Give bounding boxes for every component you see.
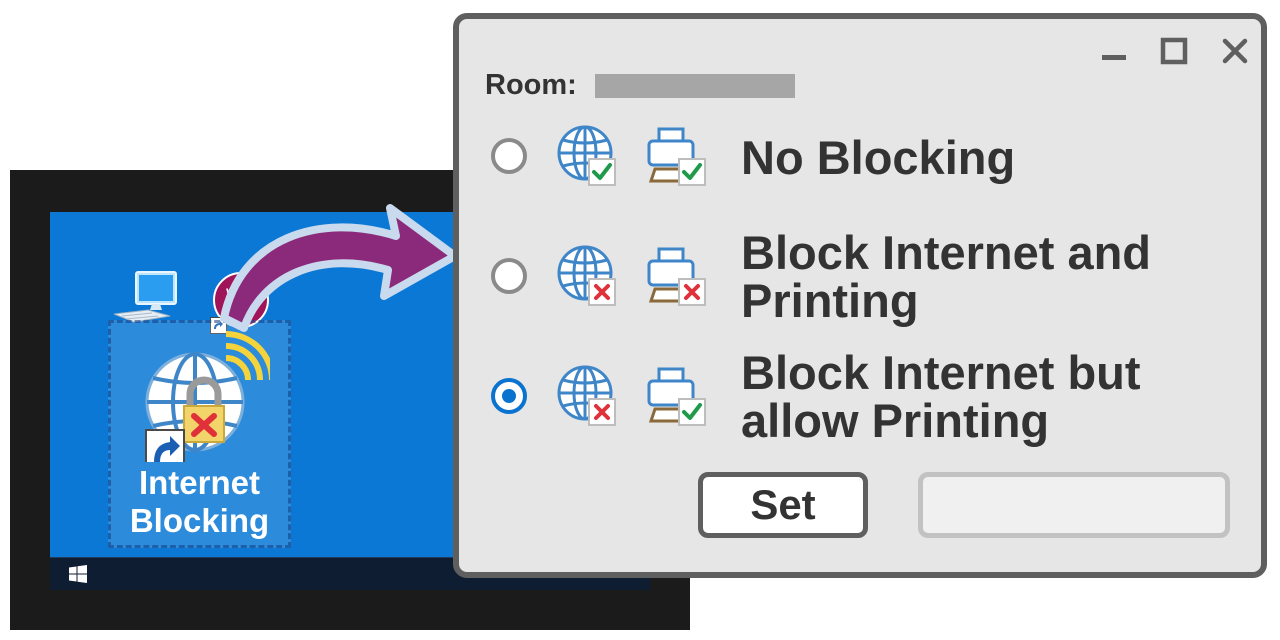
windows-start-icon[interactable] xyxy=(69,565,87,583)
printing-allowed-icon xyxy=(647,127,706,186)
printing-allowed-icon xyxy=(647,367,706,426)
radio-block-internet-allow-printing[interactable] xyxy=(491,378,527,414)
radio-block-internet-and-printing[interactable] xyxy=(491,258,527,294)
printing-blocked-icon xyxy=(647,247,706,306)
maximize-icon[interactable] xyxy=(1160,37,1188,65)
option-block-internet-allow-printing-label: Block Internet but allow Printing xyxy=(741,346,1141,447)
launch-arrow-icon xyxy=(220,204,459,332)
internet-allowed-icon xyxy=(557,125,616,186)
set-button[interactable]: Set xyxy=(698,472,868,538)
secondary-button[interactable] xyxy=(918,472,1230,538)
option-no-blocking-label: No Blocking xyxy=(741,131,1016,184)
internet-blocking-label: Internet Blocking xyxy=(129,464,270,539)
minimize-icon[interactable] xyxy=(1100,37,1128,65)
blocking-dialog: Room: No Blocking Block Internet and Pri… xyxy=(453,13,1267,578)
internet-blocked-icon xyxy=(557,365,616,426)
option-block-internet-and-printing-label: Block Internet and Printing xyxy=(741,226,1152,327)
close-icon[interactable] xyxy=(1221,37,1249,65)
room-label: Room: xyxy=(485,69,577,101)
radio-no-blocking[interactable] xyxy=(491,138,527,174)
room-field xyxy=(595,74,795,98)
internet-blocked-icon xyxy=(557,245,616,306)
